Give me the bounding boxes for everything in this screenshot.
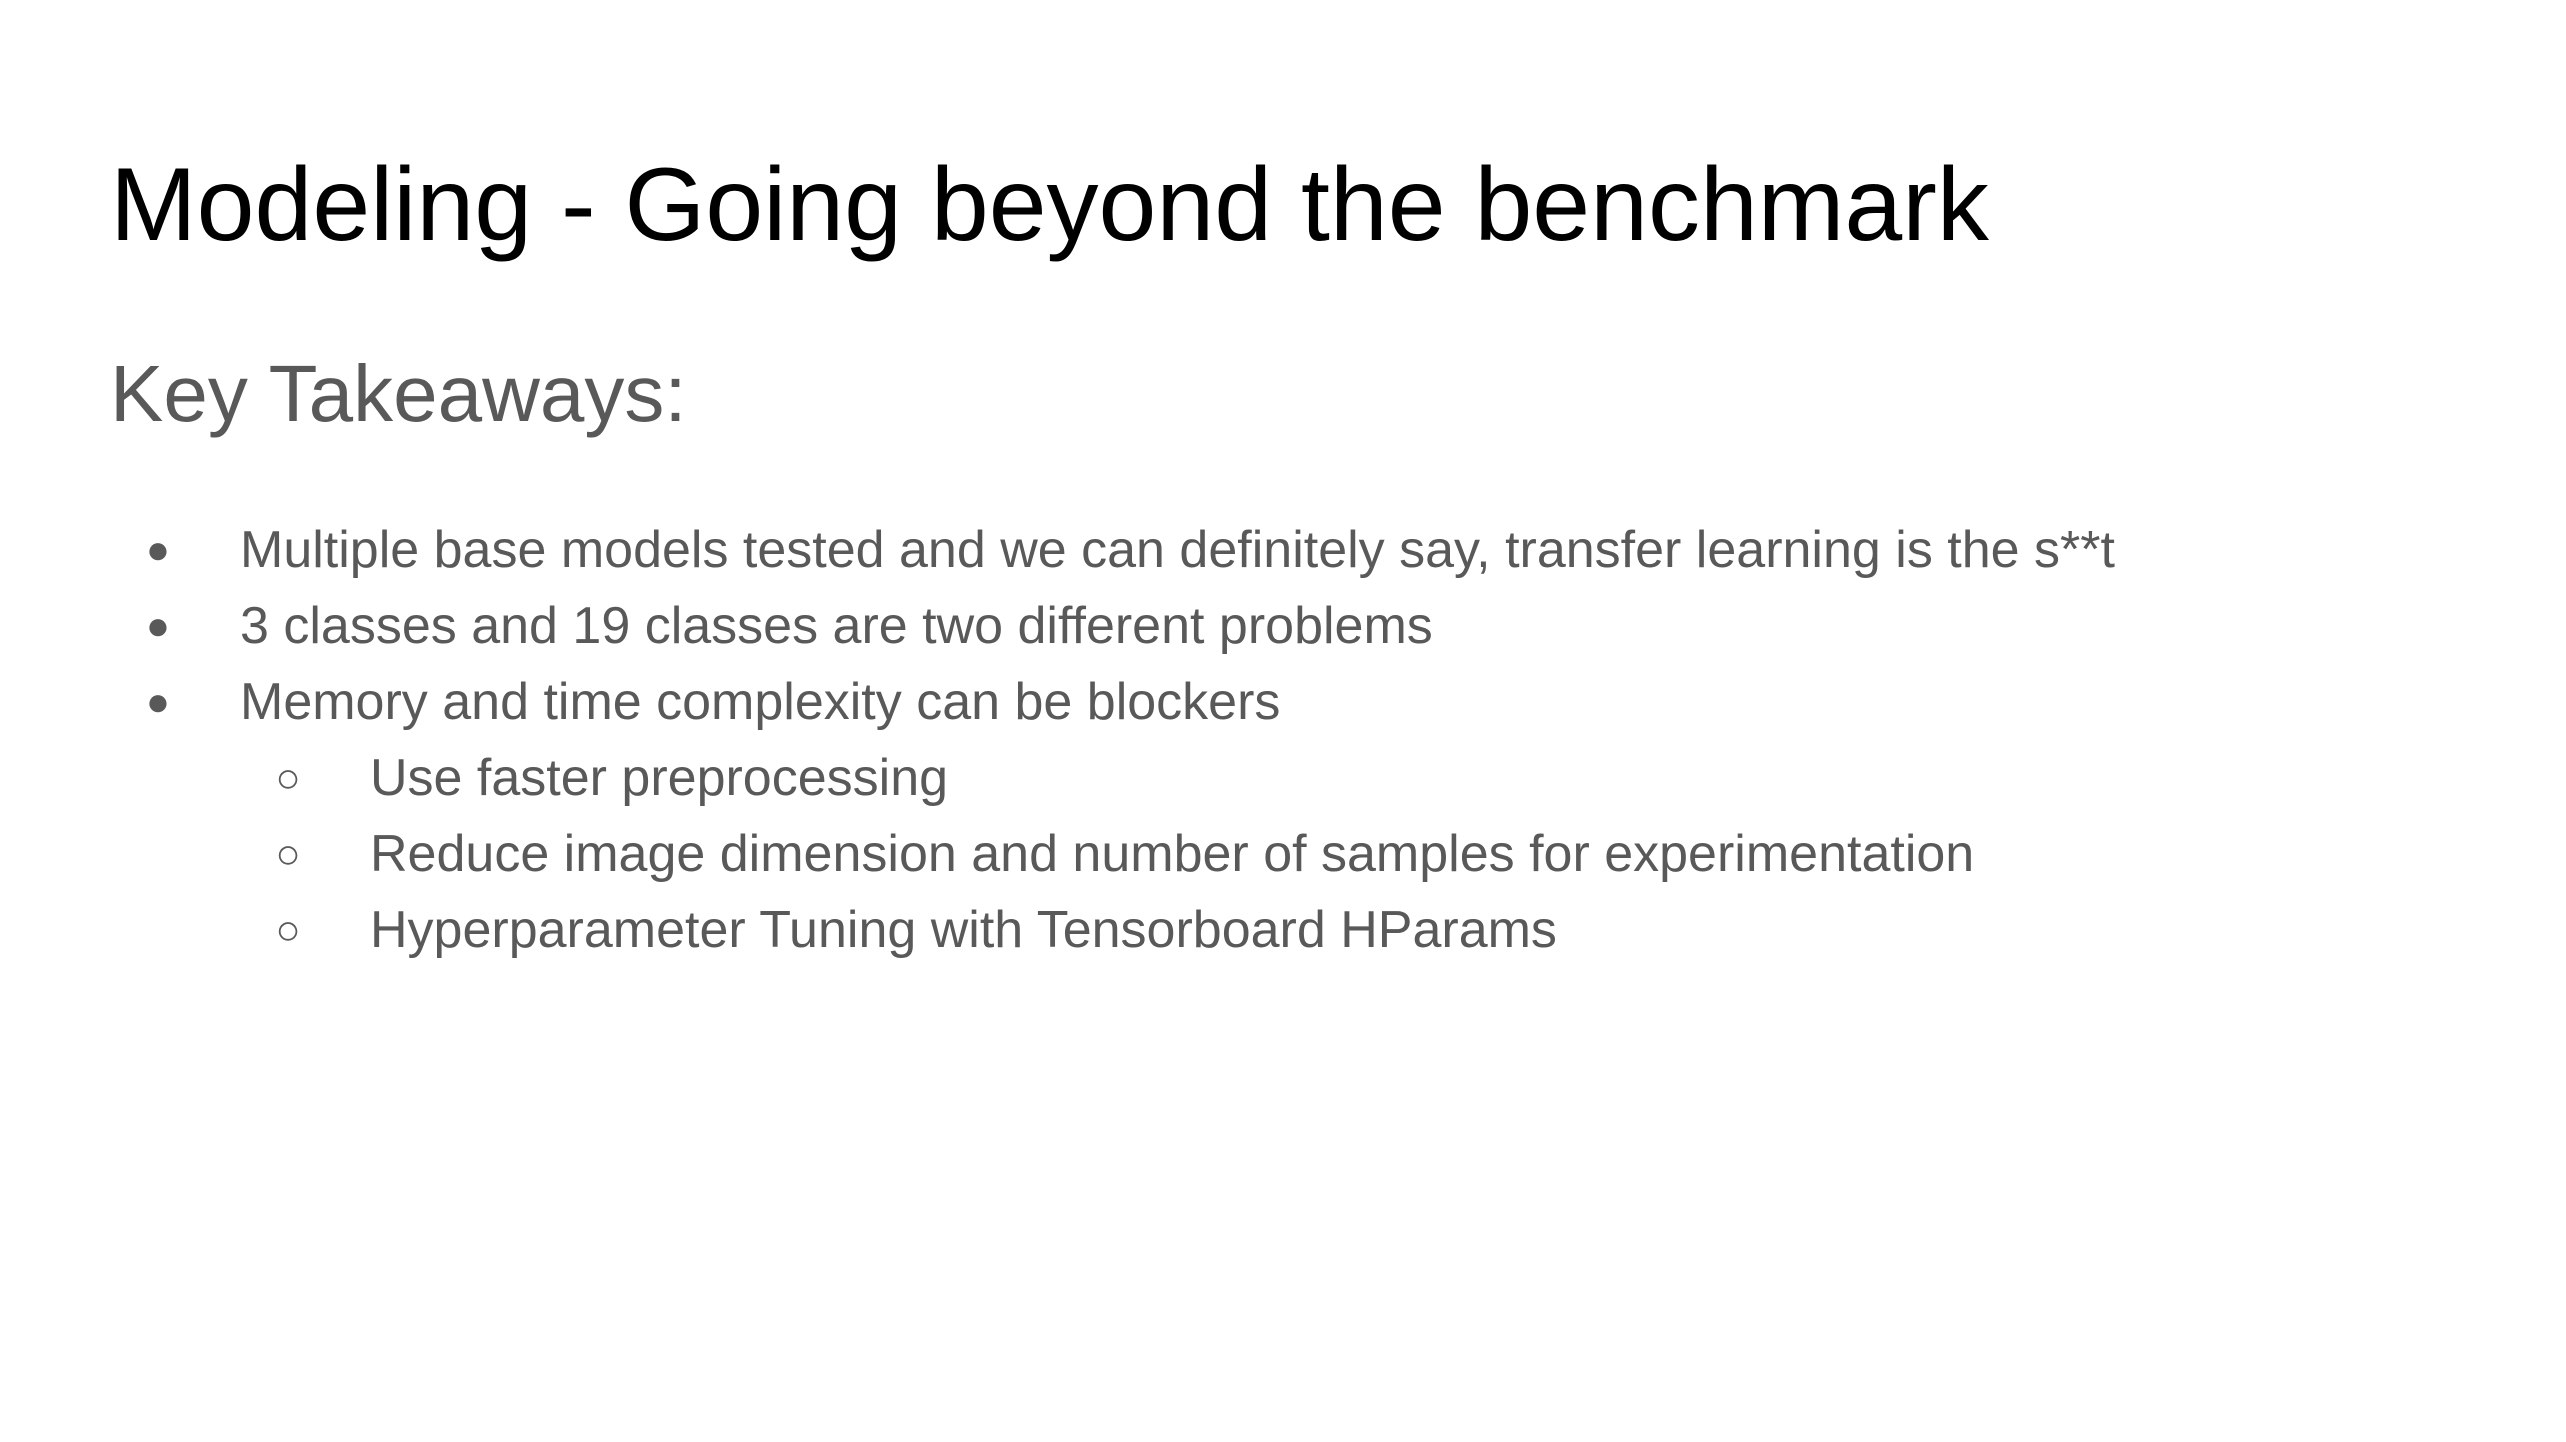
bullet-dot-icon: ●	[145, 680, 171, 724]
hollow-circle-icon: ○	[275, 754, 301, 801]
hollow-circle-icon: ○	[275, 906, 301, 953]
bullet-text: Memory and time complexity can be blocke…	[240, 673, 1281, 731]
bullet-dot-icon: ●	[145, 528, 171, 572]
slide-title: Modeling - Going beyond the benchmark	[110, 147, 1989, 263]
sub-bullet-text: Hyperparameter Tuning with Tensorboard H…	[370, 901, 1557, 959]
bullet-text: 3 classes and 19 classes are two differe…	[240, 597, 1433, 655]
bullet-text: Multiple base models tested and we can d…	[240, 521, 2115, 579]
slide: Modeling - Going beyond the benchmark Ke…	[0, 0, 2566, 1442]
sub-bullet-text: Use faster preprocessing	[370, 749, 949, 807]
bullet-dot-icon: ●	[145, 604, 171, 648]
hollow-circle-icon: ○	[275, 830, 301, 877]
slide-subtitle: Key Takeaways:	[110, 349, 687, 438]
sub-bullet-text: Reduce image dimension and number of sam…	[370, 825, 1975, 883]
